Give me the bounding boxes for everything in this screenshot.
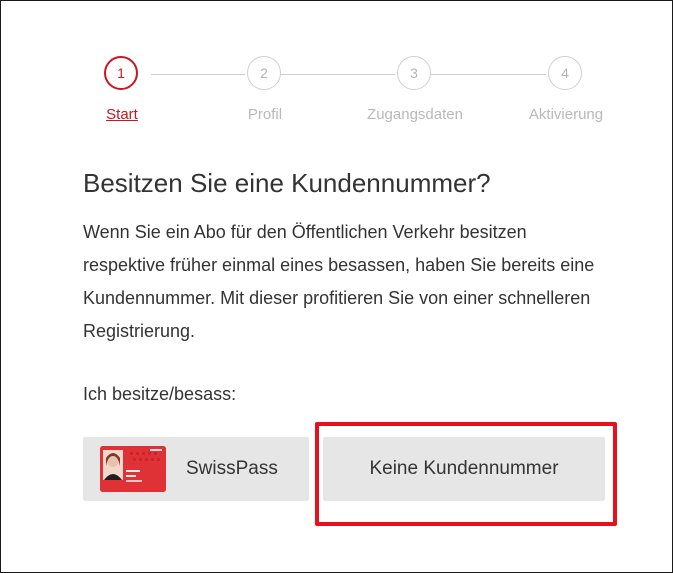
step-4-label: Aktivierung [528,106,604,123]
step-1-circle[interactable]: 1 [104,56,138,90]
ownership-label: Ich besitze/besass: [83,384,237,404]
step-3-label: Zugangsdaten [367,106,463,123]
swisspass-card-icon [100,446,166,492]
no-customer-number-button[interactable]: Keine Kundennummer [323,437,605,501]
no-customer-number-label: Keine Kundennummer [369,458,559,479]
registration-stepper: 1 2 3 4 Start Profil Zugangsdaten Aktivi… [0,0,673,130]
step-1-label[interactable]: Start [106,106,138,123]
page-title: Besitzen Sie eine Kundennummer? [83,168,491,198]
step-connector [279,74,395,75]
step-3-circle: 3 [397,56,431,90]
step-connector [429,74,546,75]
step-2-label: Profil [247,106,283,123]
description-text: Wenn Sie ein Abo für den Öffentlichen Ve… [83,222,595,341]
step-2-circle: 2 [247,56,281,90]
step-4-circle: 4 [548,56,582,90]
swisspass-button-label: SwissPass [186,458,278,479]
swisspass-button[interactable]: SwissPass [83,437,309,501]
step-connector [151,74,245,75]
